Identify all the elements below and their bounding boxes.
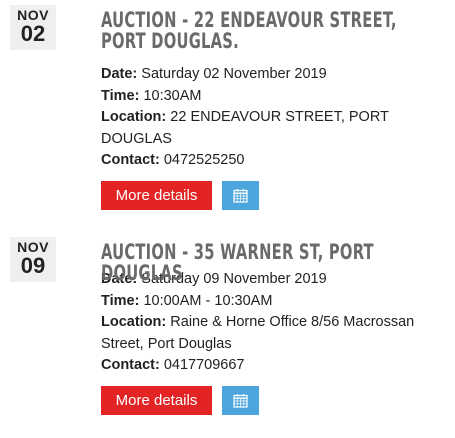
event-content: AUCTION - 22 ENDEAVOUR STREET, PORT DOUG… (101, 0, 445, 211)
event-actions: More details (101, 180, 445, 211)
contact-value: 0417709667 (163, 357, 245, 373)
event-location-row: Location: Raine & Horne Office 8/56 Macr… (101, 312, 445, 355)
more-details-button[interactable]: More details (101, 385, 212, 415)
event-item: NOV 02 AUCTION - 22 ENDEAVOUR STREET, PO… (0, 0, 455, 222)
event-item: NOV 09 AUCTION - 35 WARNER ST, PORT DOUG… (0, 232, 455, 438)
event-content: AUCTION - 35 WARNER ST, PORT DOUGLAS Dat… (101, 232, 445, 416)
badge-day: 02 (20, 21, 46, 46)
more-details-button[interactable]: More details (101, 180, 212, 210)
location-label: Location: (101, 314, 167, 330)
event-contact-row: Contact: 0472525250 (101, 150, 445, 172)
date-value: Saturday 02 November 2019 (141, 66, 327, 82)
time-label: Time: (101, 87, 140, 104)
badge-day: 09 (20, 253, 46, 278)
contact-label: Contact: (101, 152, 160, 168)
calendar-icon (233, 188, 248, 203)
contact-value: 0472525250 (163, 152, 245, 168)
add-to-calendar-button[interactable] (222, 385, 259, 415)
event-actions: More details (101, 385, 445, 416)
time-label: Time: (101, 292, 140, 309)
event-date-row: Date: Saturday 02 November 2019 (101, 64, 445, 86)
date-badge: NOV 09 (10, 237, 56, 282)
badge-month: NOV (17, 7, 49, 23)
date-badge: NOV 02 (10, 5, 56, 50)
badge-month: NOV (17, 239, 49, 255)
contact-label: Contact: (101, 357, 160, 373)
event-location-row: Location: 22 ENDEAVOUR STREET, PORT DOUG… (101, 107, 445, 150)
add-to-calendar-button[interactable] (222, 180, 259, 210)
calendar-icon (233, 393, 248, 408)
event-time-row: Time: 10:00AM - 10:30AM (101, 291, 445, 313)
location-label: Location: (101, 109, 167, 125)
time-value: 10:00AM - 10:30AM (143, 292, 273, 309)
event-time-row: Time: 10:30AM (101, 86, 445, 108)
event-title[interactable]: AUCTION - 22 ENDEAVOUR STREET, PORT DOUG… (101, 10, 444, 64)
time-value: 10:30AM (143, 87, 202, 104)
event-contact-row: Contact: 0417709667 (101, 355, 445, 377)
date-label: Date: (101, 66, 138, 82)
event-title[interactable]: AUCTION - 35 WARNER ST, PORT DOUGLAS (101, 242, 444, 284)
